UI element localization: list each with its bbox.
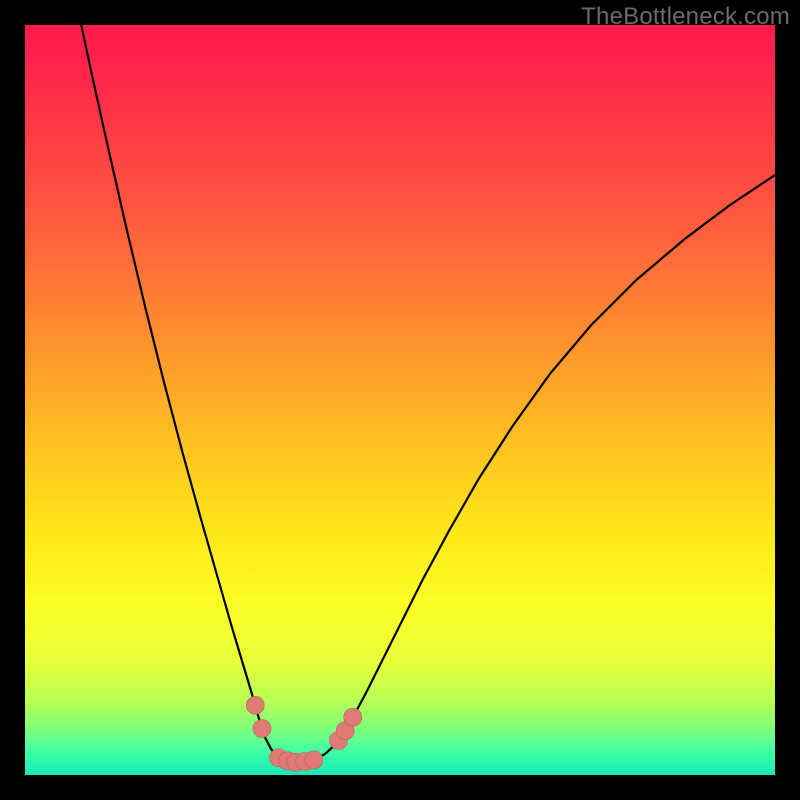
chart-svg <box>25 25 775 775</box>
watermark-text: TheBottleneck.com <box>581 3 790 31</box>
data-marker <box>246 696 264 714</box>
data-markers <box>246 696 362 771</box>
data-marker <box>253 720 271 738</box>
data-marker <box>305 751 323 769</box>
bottleneck-curve <box>81 25 775 762</box>
data-marker <box>344 708 362 726</box>
chart-frame <box>25 25 775 775</box>
